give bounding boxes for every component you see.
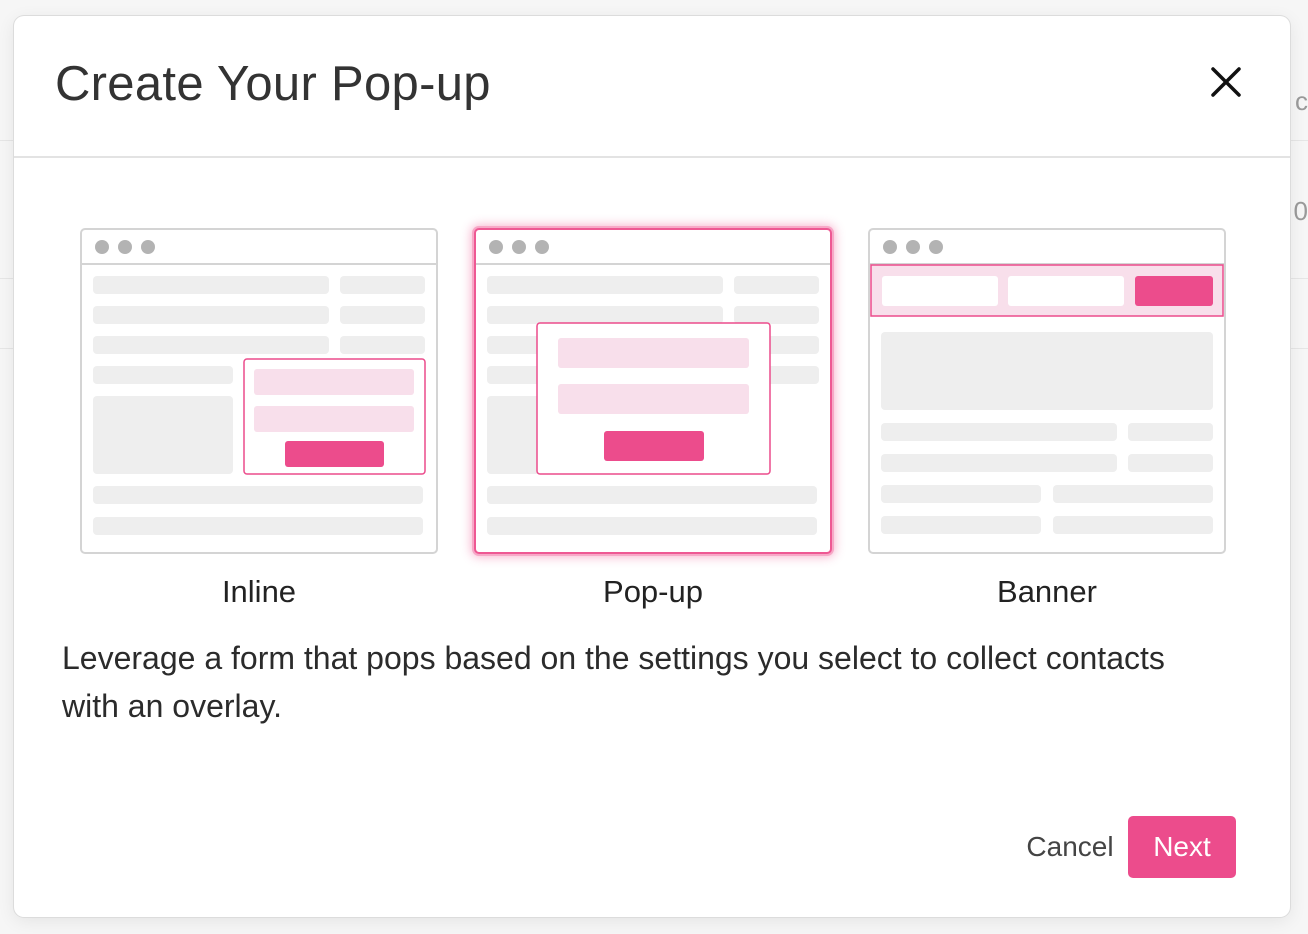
banner-layout-illustration [870, 240, 1224, 534]
popup-preview-thumbnail [474, 228, 832, 554]
dialog-title: Create Your Pop-up [55, 57, 491, 111]
background-text-fragment: 0 [1293, 196, 1308, 226]
background-text-fragment: c [1295, 86, 1308, 116]
popup-layout-illustration [476, 240, 830, 535]
next-button[interactable]: Next [1128, 816, 1236, 878]
cancel-button[interactable]: Cancel [1014, 816, 1126, 878]
option-popup[interactable]: Pop-up [474, 228, 832, 610]
inline-preview-thumbnail [80, 228, 438, 554]
option-banner[interactable]: Banner [868, 228, 1226, 610]
option-label-popup: Pop-up [603, 574, 703, 609]
banner-preview-thumbnail [868, 228, 1226, 554]
dialog-header: Create Your Pop-up [14, 16, 1290, 158]
inline-layout-illustration [82, 240, 436, 535]
create-popup-dialog: Create Your Pop-up Inline Pop-up Banner … [14, 16, 1290, 917]
option-description: Leverage a form that pops based on the s… [62, 640, 1165, 724]
option-label-inline: Inline [221, 574, 297, 609]
option-label-banner: Banner [997, 574, 1097, 609]
option-inline[interactable]: Inline [80, 228, 438, 610]
close-icon [1211, 67, 1241, 97]
close-button[interactable] [1204, 60, 1248, 104]
